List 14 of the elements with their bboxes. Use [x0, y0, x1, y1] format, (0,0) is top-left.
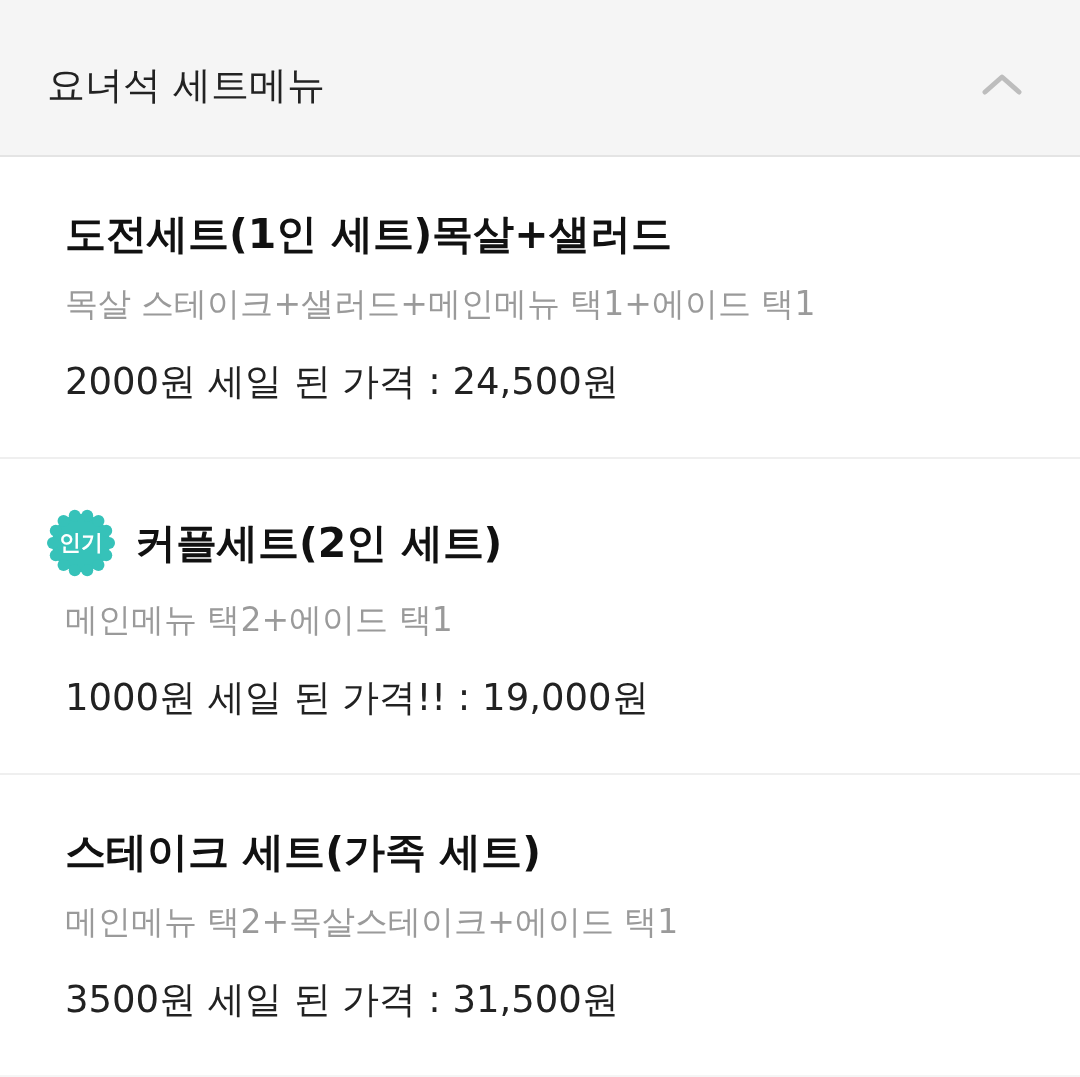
- item-description: 메인메뉴 택2+에이드 택1: [65, 599, 454, 641]
- menu-item-card[interactable]: 스테이크 세트(가족 세트) 메인메뉴 택2+목살스테이크+에이드 택1 3500원 세일 된 가격 : 31,500원: [0, 775, 1080, 1075]
- section-title: 요녀석 세트메뉴: [47, 62, 326, 109]
- chevron-icon[interactable]: [982, 72, 1022, 95]
- item-description: 목살 스테이크+샐러드+메인메뉴 택1+에이드 택1: [65, 283, 817, 325]
- item-title: 스테이크 세트(가족 세트): [65, 827, 542, 878]
- item-price: 3500원 세일 된 가격 : 31,500원: [65, 977, 620, 1023]
- item-price: 2000원 세일 된 가격 : 24,500원: [65, 359, 620, 405]
- item-title: 커플세트(2인 세트): [135, 518, 503, 569]
- item-title: 도전세트(1인 세트)목살+샐러드: [65, 209, 672, 260]
- item-price: 1000원 세일 된 가격!! : 19,000원: [65, 675, 650, 721]
- menu-item-card[interactable]: 인기 커플세트(2인 세트) 메인메뉴 택2+에이드 택1 1000원 세일 된 가격!! : 19,000원: [0, 459, 1080, 775]
- item-description: 메인메뉴 택2+목살스테이크+에이드 택1: [65, 901, 680, 943]
- menu-item-card[interactable]: 도전세트(1인 세트)목살+샐러드 목살 스테이크+샐러드+메인메뉴 택1+에이드 택1 2000원 세일 된 가격 : 24,500원: [0, 157, 1080, 459]
